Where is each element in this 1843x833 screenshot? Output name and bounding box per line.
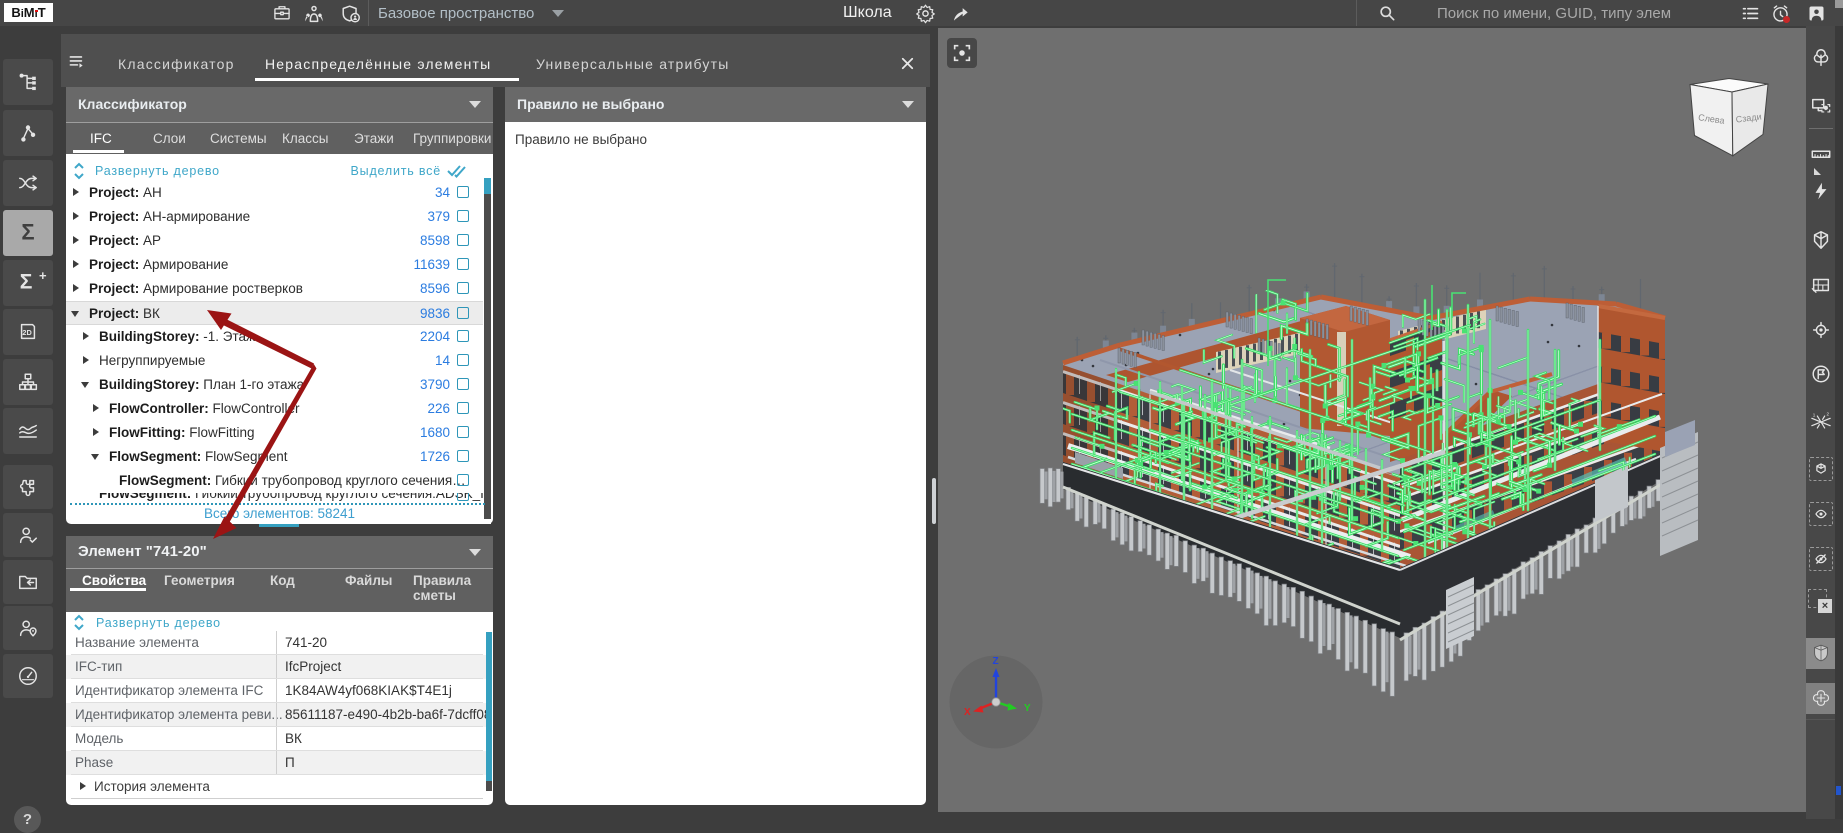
svg-text:2: 2 (1827, 412, 1830, 417)
svg-text:1: 1 (1813, 413, 1816, 418)
svg-text:X: X (964, 707, 971, 718)
svg-text:Z: Z (993, 656, 999, 667)
svg-text:Y: Y (1024, 703, 1031, 714)
